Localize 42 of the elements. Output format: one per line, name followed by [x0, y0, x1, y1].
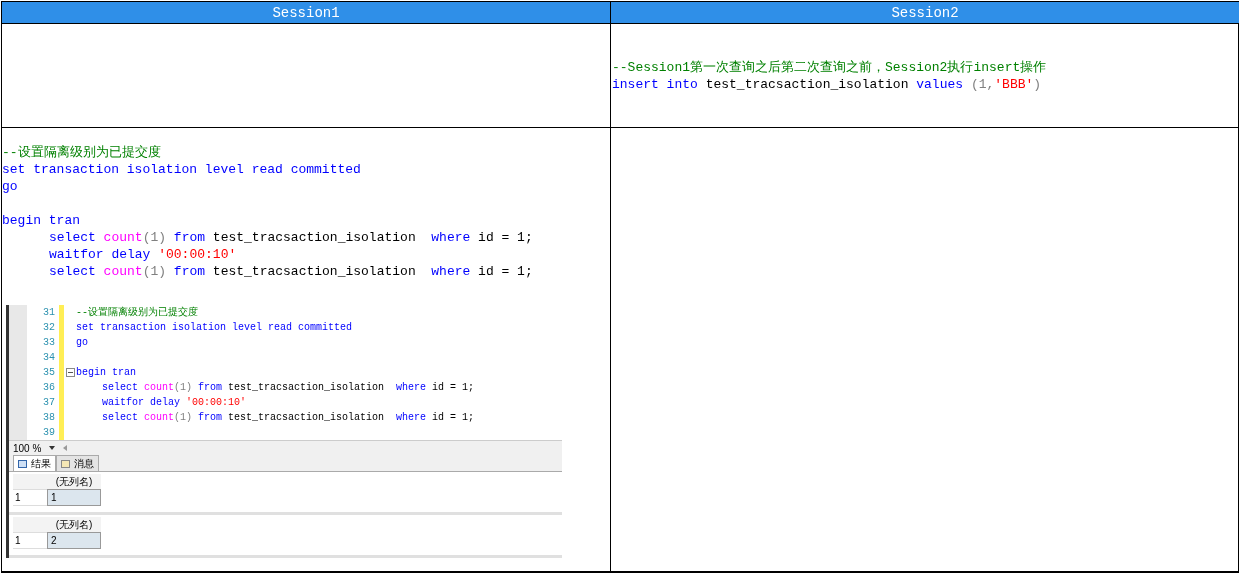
grid-icon [18, 459, 27, 468]
code-line: insert into test_tracsaction_isolation values (1,'BBB') [612, 76, 1042, 93]
line-number: 37 [43, 396, 55, 410]
line-number: 39 [43, 426, 55, 440]
message-icon [61, 459, 70, 468]
line-number: 31 [43, 306, 55, 320]
grid-corner [13, 517, 47, 532]
code-line: waitfor delay '00:00:10' [102, 396, 247, 410]
code-line: --Session1第一次查询之后第二次查询之前，Session2执行insert操作 [612, 59, 1047, 76]
column-header: (无列名) [47, 517, 101, 532]
column-header: Session1 [2, 2, 611, 24]
grid-corner [13, 474, 47, 489]
code-line: begin tran [76, 366, 136, 380]
code-line: go [76, 336, 88, 350]
result-tab[interactable]: 消息 [56, 455, 99, 471]
code-line: select count(1) from test_tracsaction_isolation where id = 1; [49, 263, 533, 280]
row-number: 1 [13, 489, 47, 506]
code-line: set transaction isolation level read committed [76, 321, 353, 335]
result-tab[interactable]: 结果 [13, 455, 56, 471]
code-line: go [2, 178, 18, 195]
line-number: 34 [43, 351, 55, 365]
column-header: (无列名) [47, 474, 101, 489]
row-number: 1 [13, 532, 47, 549]
code-line: select count(1) from test_tracsaction_isolation where id = 1; [102, 411, 475, 425]
line-number: 38 [43, 411, 55, 425]
caret-icon [49, 446, 56, 450]
code-line: set transaction isolation level read committed [2, 161, 361, 178]
code-line: waitfor delay '00:00:10' [49, 246, 237, 263]
code-line: --设置隔离级别为已提交度 [2, 144, 161, 161]
line-number: 32 [43, 321, 55, 335]
line-number: 33 [43, 336, 55, 350]
result-cell: 1 [47, 489, 101, 506]
column-header: Session2 [611, 2, 1239, 24]
code-line: select count(1) from test_tracsaction_isolation where id = 1; [102, 381, 475, 395]
code-line: select count(1) from test_tracsaction_isolation where id = 1; [49, 229, 533, 246]
result-cell: 2 [47, 532, 101, 549]
code-line: --设置隔离级别为已提交度 [76, 305, 198, 320]
line-number: 35 [43, 366, 55, 380]
zoom-dropdown[interactable]: 100 % [13, 440, 56, 456]
collapse-icon[interactable] [65, 368, 75, 377]
code-line: begin tran [2, 212, 80, 229]
line-number: 36 [43, 381, 55, 395]
